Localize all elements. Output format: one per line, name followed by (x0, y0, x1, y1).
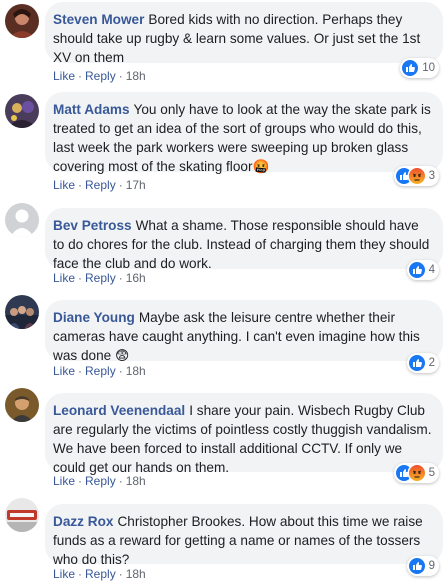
like-icon (402, 60, 419, 76)
avatar[interactable] (5, 498, 39, 532)
separator: · (118, 271, 123, 285)
comment-author[interactable]: Leonard Veenendaal (53, 403, 185, 418)
avatar[interactable] (5, 203, 39, 237)
comment-actions: Like · Reply · 18h (53, 364, 146, 379)
like-link[interactable]: Like (53, 364, 75, 378)
comment-actions: Like · Reply · 18h (53, 69, 146, 84)
comment-actions: Like · Reply · 16h (53, 271, 146, 286)
emoji: 😨 (114, 348, 130, 363)
timestamp[interactable]: 18h (126, 474, 146, 488)
separator: · (78, 474, 83, 488)
reply-link[interactable]: Reply (85, 178, 116, 192)
reply-link[interactable]: Reply (85, 69, 116, 83)
like-link[interactable]: Like (53, 178, 75, 192)
like-icon (408, 262, 425, 278)
separator: · (78, 271, 83, 285)
reaction-count: 3 (428, 170, 435, 182)
separator: · (118, 474, 123, 488)
like-icon (408, 558, 425, 574)
separator: · (78, 567, 83, 581)
comment-bubble: Steven Mower Bored kids with no direction… (45, 2, 443, 65)
timestamp[interactable]: 18h (126, 567, 146, 581)
reaction-summary[interactable]: 5 (393, 463, 439, 483)
like-link[interactable]: Like (53, 271, 75, 285)
reply-link[interactable]: Reply (85, 364, 116, 378)
comment-body: Bev Petross What a shame. Those responsib… (53, 216, 433, 273)
angry-icon (408, 465, 425, 481)
separator: · (118, 178, 123, 192)
comment-bubble: Diane Young Maybe ask the leisure centre … (45, 300, 443, 363)
comment-bubble: Dazz Rox Christopher Brookes. How about t… (45, 504, 443, 567)
reaction-count: 2 (428, 357, 435, 369)
reaction-count: 4 (428, 264, 435, 276)
comment-author[interactable]: Steven Mower (53, 12, 144, 27)
like-link[interactable]: Like (53, 474, 75, 488)
comment-actions: Like · Reply · 17h (53, 178, 146, 193)
comment-body: Steven Mower Bored kids with no direction… (53, 10, 433, 67)
reaction-count: 10 (422, 62, 435, 74)
avatar[interactable] (5, 4, 39, 38)
comment-bubble: Bev Petross What a shame. Those responsib… (45, 208, 443, 271)
separator: · (78, 364, 83, 378)
separator: · (118, 364, 123, 378)
comment-bubble: Leonard Veenendaal I share your pain. Wis… (45, 393, 443, 475)
like-icon (408, 355, 425, 371)
like-link[interactable]: Like (53, 69, 75, 83)
comment-author[interactable]: Dazz Rox (53, 514, 113, 529)
like-link[interactable]: Like (53, 567, 75, 581)
avatar[interactable] (5, 295, 39, 329)
comment-author[interactable]: Matt Adams (53, 102, 130, 117)
avatar[interactable] (5, 94, 39, 128)
reaction-count: 9 (428, 560, 435, 572)
reaction-summary[interactable]: 10 (400, 58, 439, 78)
emoji: 🤬 (252, 159, 270, 174)
separator: · (78, 178, 83, 192)
reply-link[interactable]: Reply (85, 567, 116, 581)
comment-author[interactable]: Bev Petross (53, 218, 132, 233)
comment-body: Matt Adams You only have to look at the w… (53, 100, 433, 176)
separator: · (118, 69, 123, 83)
timestamp[interactable]: 17h (126, 178, 146, 192)
comment-actions: Like · Reply · 18h (53, 567, 146, 582)
reaction-summary[interactable]: 9 (406, 556, 439, 576)
comment-body: Diane Young Maybe ask the leisure centre … (53, 308, 433, 365)
reaction-count: 5 (428, 467, 435, 479)
timestamp[interactable]: 16h (126, 271, 146, 285)
timestamp[interactable]: 18h (126, 364, 146, 378)
reaction-summary[interactable]: 4 (406, 260, 439, 280)
angry-icon (408, 168, 425, 184)
reply-link[interactable]: Reply (85, 474, 116, 488)
comment-author[interactable]: Diane Young (53, 310, 135, 325)
timestamp[interactable]: 18h (126, 69, 146, 83)
avatar[interactable] (5, 388, 39, 422)
reaction-summary[interactable]: 2 (406, 353, 439, 373)
reply-link[interactable]: Reply (85, 271, 116, 285)
comment-body: Leonard Veenendaal I share your pain. Wis… (53, 401, 433, 477)
separator: · (78, 69, 83, 83)
separator: · (118, 567, 123, 581)
comment-bubble: Matt Adams You only have to look at the w… (45, 92, 443, 174)
comment-actions: Like · Reply · 18h (53, 474, 146, 489)
comment-body: Dazz Rox Christopher Brookes. How about t… (53, 512, 433, 569)
reaction-summary[interactable]: 3 (393, 166, 439, 186)
